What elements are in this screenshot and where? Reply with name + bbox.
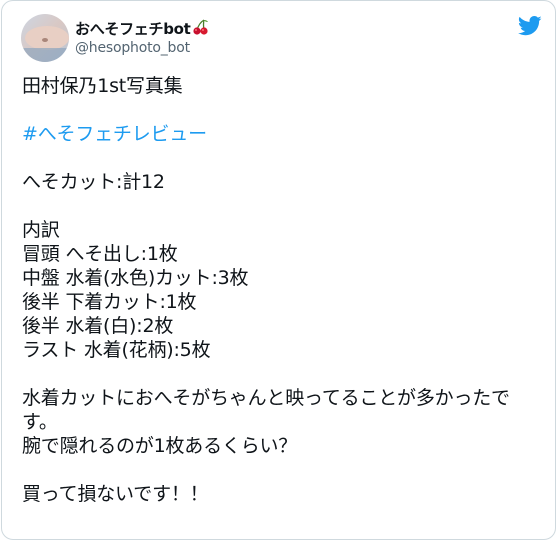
cherry-icon <box>192 18 210 40</box>
tweet-card: おへそフェチbot @hesophoto_bot 田村保乃1st写真集 #へそフ… <box>1 0 556 540</box>
comment-line: 腕で隠れるのが1枚あるくらい？ <box>22 435 298 457</box>
breakdown-item: 後半 下着カット:1枚 <box>22 291 197 313</box>
breakdown-item: ラスト 水着(花柄):5枚 <box>22 339 211 361</box>
breakdown-item: 中盤 水着(水色)カット:3枚 <box>22 267 249 289</box>
breakdown-header: 内訳 <box>22 219 60 241</box>
tweet-text: 田村保乃1st写真集 #へそフェチレビュー へそカット:計12 内訳 冒頭 へそ… <box>22 74 537 506</box>
hashtag-link[interactable]: #へそフェチレビュー <box>22 122 537 146</box>
avatar[interactable] <box>21 14 69 62</box>
breakdown-item: 後半 水着(白):2枚 <box>22 315 174 337</box>
title-line: 田村保乃1st写真集 <box>22 75 183 97</box>
total-line: へそカット:計12 <box>22 171 165 193</box>
twitter-bird-icon[interactable] <box>518 16 542 36</box>
tweet-header: おへそフェチbot @hesophoto_bot <box>21 14 210 62</box>
handle[interactable]: @hesophoto_bot <box>75 40 210 56</box>
display-name[interactable]: おへそフェチbot <box>75 18 191 39</box>
closing-line: 買って損ないです！！ <box>22 483 209 505</box>
breakdown-item: 冒頭 へそ出し:1枚 <box>22 243 178 265</box>
comment-line: 水着カットにおへそがちゃんと映ってることが多かったです。 <box>22 387 510 433</box>
